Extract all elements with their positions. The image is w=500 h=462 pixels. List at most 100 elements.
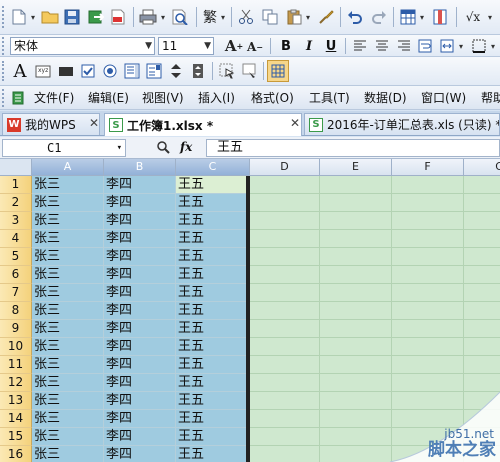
menu-window[interactable]: 窗口(W) [421,89,466,106]
cut-icon[interactable] [236,6,256,28]
cell-b5[interactable]: 李四 [104,248,176,266]
cell-c4[interactable]: 王五 [176,230,250,248]
paste-icon[interactable] [284,6,304,28]
tab-my-wps[interactable]: W 我的WPS [2,113,100,135]
cell-b4[interactable]: 李四 [104,230,176,248]
toolbar-grip[interactable] [2,89,5,107]
cell-c11[interactable]: 王五 [176,356,250,374]
column-header-b[interactable]: B [104,159,176,176]
cell-a4[interactable]: 张三 [32,230,104,248]
toolbar-grip[interactable] [2,61,5,81]
cell-b15[interactable]: 李四 [104,428,176,446]
chevron-down-icon[interactable]: ▾ [117,140,122,156]
chevron-down-icon[interactable]: ▼ [204,38,211,54]
radio-button-icon[interactable] [100,60,120,82]
row-header[interactable]: 7 [0,284,32,302]
column-header-a[interactable]: A [32,159,104,176]
select-all-corner[interactable] [0,159,32,176]
row-header[interactable]: 9 [0,320,32,338]
menu-tools[interactable]: 工具(T) [309,89,350,106]
redo-icon[interactable] [369,6,389,28]
text-box-icon[interactable]: xyz [33,60,53,82]
traditional-chinese-button[interactable]: 繁 [201,6,219,28]
font-name-select[interactable]: 宋体 ▼ [10,37,155,55]
cell-c14[interactable]: 王五 [176,410,250,428]
menu-edit[interactable]: 编辑(E) [88,89,129,106]
merge-cells-icon[interactable] [438,37,456,55]
cell-a8[interactable]: 张三 [32,302,104,320]
row-header[interactable]: 5 [0,248,32,266]
tab-order-summary[interactable]: S 2016年-订单汇总表.xls (只读) * [304,113,500,135]
cell-a10[interactable]: 张三 [32,338,104,356]
column-header-d[interactable]: D [250,159,320,176]
menu-insert[interactable]: 插入(I) [198,89,235,106]
save-icon[interactable] [62,6,82,28]
name-box[interactable]: C1 ▾ [2,139,126,157]
pdf-icon[interactable] [108,6,128,28]
column-header-c[interactable]: C [176,159,250,176]
select-objects-icon[interactable] [217,60,237,82]
scrollbar-icon[interactable] [188,60,208,82]
cell-c2[interactable]: 王五 [176,194,250,212]
properties-icon[interactable] [240,60,260,82]
selection-border[interactable] [246,176,250,462]
cell-a13[interactable]: 张三 [32,392,104,410]
cell-a6[interactable]: 张三 [32,266,104,284]
cell-a1[interactable]: 张三 [32,176,104,194]
cell-a12[interactable]: 张三 [32,374,104,392]
cell-b14[interactable]: 李四 [104,410,176,428]
menu-view[interactable]: 视图(V) [142,89,184,106]
print-icon[interactable] [138,6,158,28]
cell-a7[interactable]: 张三 [32,284,104,302]
toolbar-grip[interactable] [2,6,5,28]
cell-c13[interactable]: 王五 [176,392,250,410]
row-header[interactable]: 1 [0,176,32,194]
cell-b8[interactable]: 李四 [104,302,176,320]
undo-icon[interactable] [345,6,365,28]
text-label-icon[interactable]: A [10,60,30,82]
row-header[interactable]: 14 [0,410,32,428]
cell-a11[interactable]: 张三 [32,356,104,374]
chevron-down-icon[interactable]: ▾ [219,12,227,22]
export-icon[interactable] [86,6,106,28]
copy-icon[interactable] [260,6,280,28]
spinner-icon[interactable] [166,60,186,82]
cell-b1[interactable]: 李四 [104,176,176,194]
cell-b9[interactable]: 李四 [104,320,176,338]
cell-c8[interactable]: 王五 [176,302,250,320]
border-icon[interactable] [470,37,488,55]
menu-file[interactable]: 文件(F) [34,89,74,106]
chevron-down-icon[interactable]: ▾ [304,12,312,22]
column-header-e[interactable]: E [320,159,392,176]
cell-b12[interactable]: 李四 [104,374,176,392]
cell-b7[interactable]: 李四 [104,284,176,302]
cell-a16[interactable]: 张三 [32,446,104,462]
open-folder-icon[interactable] [40,6,60,28]
group-box-icon[interactable] [56,60,76,82]
bold-button[interactable]: B [277,36,295,56]
cell-c12[interactable]: 王五 [176,374,250,392]
sqrt-icon[interactable]: √x [461,6,485,28]
row-header[interactable]: 8 [0,302,32,320]
cell-c9[interactable]: 王五 [176,320,250,338]
chevron-down-icon[interactable]: ▾ [457,41,465,51]
row-header[interactable]: 15 [0,428,32,446]
menu-format[interactable]: 格式(O) [251,89,294,106]
menu-data[interactable]: 数据(D) [364,89,407,106]
wrap-text-icon[interactable] [416,37,434,55]
cell-c16[interactable]: 王五 [176,446,250,462]
cell-b13[interactable]: 李四 [104,392,176,410]
chevron-down-icon[interactable]: ▾ [486,12,494,22]
row-header[interactable]: 6 [0,266,32,284]
cell-c15[interactable]: 王五 [176,428,250,446]
cell-a2[interactable]: 张三 [32,194,104,212]
cell-b2[interactable]: 李四 [104,194,176,212]
cell-c6[interactable]: 王五 [176,266,250,284]
cell-a3[interactable]: 张三 [32,212,104,230]
cell-b16[interactable]: 李四 [104,446,176,462]
toolbar-grip[interactable] [2,37,5,55]
checkbox-icon[interactable] [78,60,98,82]
cell-b6[interactable]: 李四 [104,266,176,284]
chevron-down-icon[interactable]: ▾ [418,12,426,22]
combo-box-icon[interactable] [144,60,164,82]
